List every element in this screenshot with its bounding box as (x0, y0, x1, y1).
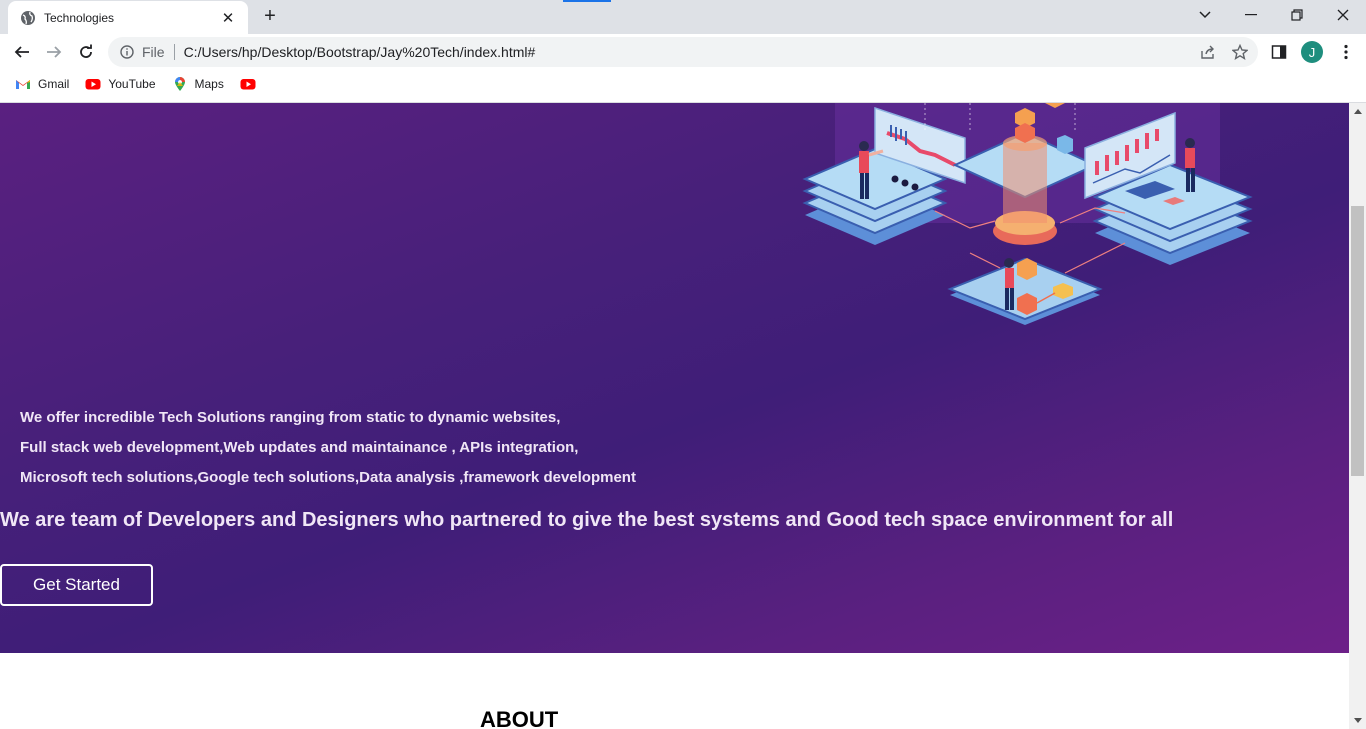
scroll-up-arrow-icon[interactable] (1349, 103, 1366, 120)
bookmark-maps[interactable]: Maps (172, 76, 224, 92)
tab-drag-indicator (563, 0, 611, 2)
bookmarks-bar: Gmail YouTube Maps (0, 70, 1366, 98)
offer-line: We offer incredible Tech Solutions rangi… (20, 409, 561, 426)
close-window-icon[interactable] (1320, 0, 1366, 30)
tab-search-icon[interactable] (1182, 0, 1228, 30)
bookmark-youtube-2[interactable] (240, 76, 263, 92)
youtube-icon (85, 79, 101, 90)
minimize-icon[interactable] (1228, 0, 1274, 30)
bookmark-label: YouTube (108, 77, 156, 91)
info-icon[interactable] (120, 45, 134, 59)
tech-illustration (802, 103, 1253, 325)
bookmark-label: Gmail (38, 77, 70, 91)
restore-icon[interactable] (1274, 0, 1320, 30)
address-divider (173, 44, 175, 60)
browser-toolbar: File C:/Users/hp/Desktop/Bootstrap/Jay%2… (0, 34, 1366, 70)
back-icon[interactable] (10, 40, 34, 64)
tab-strip: Technologies ✕ + (0, 0, 1366, 34)
more-menu-icon[interactable] (1334, 40, 1358, 64)
new-tab-icon[interactable]: + (258, 4, 282, 28)
bookmark-star-icon[interactable] (1228, 40, 1252, 64)
page-viewport: We offer incredible Tech Solutions rangi… (0, 103, 1349, 729)
forward-icon[interactable] (42, 40, 66, 64)
profile-avatar[interactable]: J (1300, 40, 1324, 64)
address-bar[interactable]: File C:/Users/hp/Desktop/Bootstrap/Jay%2… (108, 37, 1258, 67)
maps-icon (174, 77, 185, 91)
offer-text: We offer incredible Tech Solutions rangi… (20, 403, 636, 493)
address-scheme-label: File (142, 44, 165, 60)
offer-line: Microsoft tech solutions,Google tech sol… (20, 469, 636, 486)
close-tab-icon[interactable]: ✕ (220, 9, 236, 27)
get-started-button[interactable]: Get Started (0, 564, 153, 606)
bookmark-label: Maps (194, 77, 224, 91)
about-heading: ABOUT (480, 707, 559, 729)
scroll-down-arrow-icon[interactable] (1349, 712, 1366, 729)
gmail-icon (16, 80, 30, 89)
url-text[interactable]: C:/Users/hp/Desktop/Bootstrap/Jay%20Tech… (184, 44, 536, 60)
globe-icon (21, 10, 35, 25)
bookmark-youtube[interactable]: YouTube (85, 76, 156, 92)
bookmark-gmail[interactable]: Gmail (15, 76, 69, 92)
side-panel-icon[interactable] (1267, 40, 1291, 64)
hero-section: We offer incredible Tech Solutions rangi… (0, 103, 1349, 653)
offer-line: Full stack web development,Web updates a… (20, 439, 579, 456)
team-statement: We are team of Developers and Designers … (0, 509, 1174, 531)
share-icon[interactable] (1196, 40, 1220, 64)
scroll-thumb[interactable] (1351, 206, 1364, 476)
youtube-icon (240, 79, 256, 90)
active-tab[interactable]: Technologies ✕ (8, 1, 248, 34)
tab-title: Technologies (44, 10, 115, 25)
profile-initial: J (1301, 41, 1323, 63)
page-scrollbar[interactable] (1349, 103, 1366, 729)
reload-icon[interactable] (74, 40, 98, 64)
